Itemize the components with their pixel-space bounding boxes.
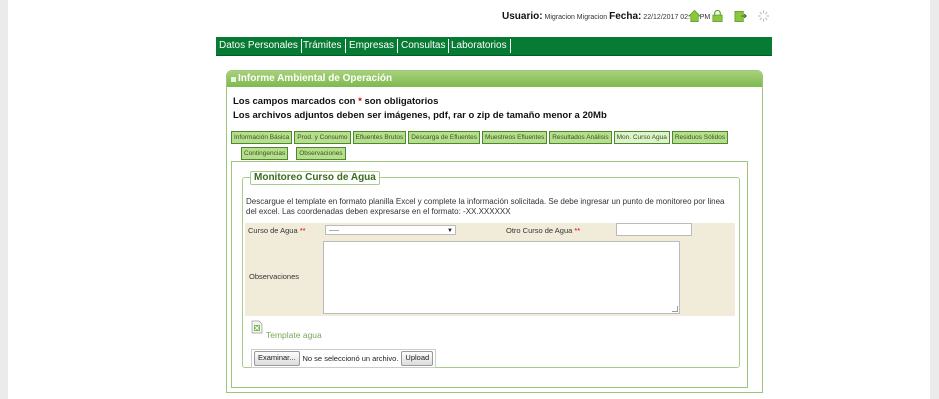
tab-observaciones[interactable]: Observaciones (296, 147, 346, 160)
top-header: Usuario: Migracion Migracion Fecha: 22/1… (216, 0, 772, 37)
tab-muestreos-efluentes[interactable]: Muestreos Efluentes (481, 131, 548, 144)
tab-content: Monitoreo Curso de Agua Descargue el tem… (231, 161, 748, 388)
no-file-text: No se seleccionó un archivo. (302, 354, 399, 363)
exit-icon[interactable] (734, 9, 747, 23)
tab-efluentes-brutos[interactable]: Efluentes Brutos (352, 131, 407, 144)
browse-button[interactable]: Examinar... (254, 351, 300, 366)
chevron-down-icon: ▼ (447, 228, 453, 234)
panel-bullet-icon (231, 77, 236, 82)
nav-laboratorios[interactable]: Laboratorios (448, 39, 511, 53)
report-panel: Informe Ambiental de Operación Los campo… (226, 70, 763, 393)
tab-informacion-basica[interactable]: Información Básica (231, 131, 293, 144)
nav-tramites[interactable]: Trámites (300, 39, 346, 53)
resize-handle-icon[interactable] (672, 306, 678, 312)
observations-row: Observaciones (245, 238, 735, 316)
tab-resultados-analisis[interactable]: Resultados Análisis (549, 131, 612, 144)
required-mark: ** (299, 226, 306, 235)
other-course-label-text: Otro Curso de Agua (506, 226, 573, 235)
tab-residuos-solidos[interactable]: Residuos Sólidos (671, 131, 729, 144)
tab-mon-curso-agua[interactable]: Mon. Curso Agua (613, 131, 670, 144)
required-mark: ** (574, 226, 581, 235)
user-info: Usuario: Migracion Migracion Fecha: 22/1… (502, 11, 710, 22)
water-course-select-value: ----- (329, 228, 339, 234)
observations-textarea[interactable] (323, 241, 680, 314)
upload-button[interactable]: Upload (401, 351, 434, 366)
panel-title: Informe Ambiental de Operación (238, 73, 393, 84)
user-label: Usuario: (502, 11, 543, 22)
water-course-label-text: Curso de Agua (248, 226, 298, 235)
required-suffix: son obligatorios (361, 96, 439, 107)
water-course-select[interactable]: ----- ▼ (325, 225, 456, 235)
tab-row-1: Información Básica Prod. y Consumo Eflue… (231, 131, 729, 144)
instructions-text: Descargue el template en formato planill… (246, 197, 725, 216)
attachments-note: Los archivos adjuntos deben ser imágenes… (233, 110, 607, 121)
other-course-label: Otro Curso de Agua ** (506, 226, 580, 235)
tab-prod-consumo[interactable]: Prod. y Consumo (294, 131, 351, 144)
nav-datos-personales[interactable]: Datos Personales (216, 39, 302, 53)
header-icons (688, 9, 770, 23)
observations-label: Observaciones (249, 272, 300, 281)
template-link[interactable]: Template agua (266, 330, 322, 340)
nav-empresas[interactable]: Empresas (346, 39, 399, 53)
required-note: Los campos marcados con * son obligatori… (233, 96, 438, 107)
water-course-label: Curso de Agua ** (248, 226, 306, 235)
home-icon[interactable] (688, 9, 701, 23)
fieldset-legend: Monitoreo Curso de Agua (250, 171, 380, 185)
tab-row-2: Contingencias Observaciones (241, 147, 346, 160)
excel-file-icon[interactable] (251, 320, 263, 334)
nav-consultas[interactable]: Consultas (398, 39, 450, 53)
file-upload: Examinar... No se seleccionó un archivo.… (251, 349, 437, 368)
required-prefix: Los campos marcados con (233, 96, 359, 107)
tab-contingencias[interactable]: Contingencias (241, 147, 289, 160)
lock-icon[interactable] (711, 9, 724, 23)
user-name: Migracion Migracion (544, 14, 608, 21)
date-label: Fecha: (609, 11, 642, 22)
tab-descarga-efluentes[interactable]: Descarga de Efluentes (408, 131, 480, 144)
other-course-input[interactable] (616, 223, 692, 236)
page: Usuario: Migracion Migracion Fecha: 22/1… (8, 0, 930, 399)
water-course-row: Curso de Agua ** ----- ▼ Otro Curso de A… (245, 223, 735, 238)
loading-icon (757, 10, 770, 22)
panel-header: Informe Ambiental de Operación (227, 71, 762, 87)
main-nav: Datos Personales Trámites Empresas Consu… (216, 37, 772, 56)
